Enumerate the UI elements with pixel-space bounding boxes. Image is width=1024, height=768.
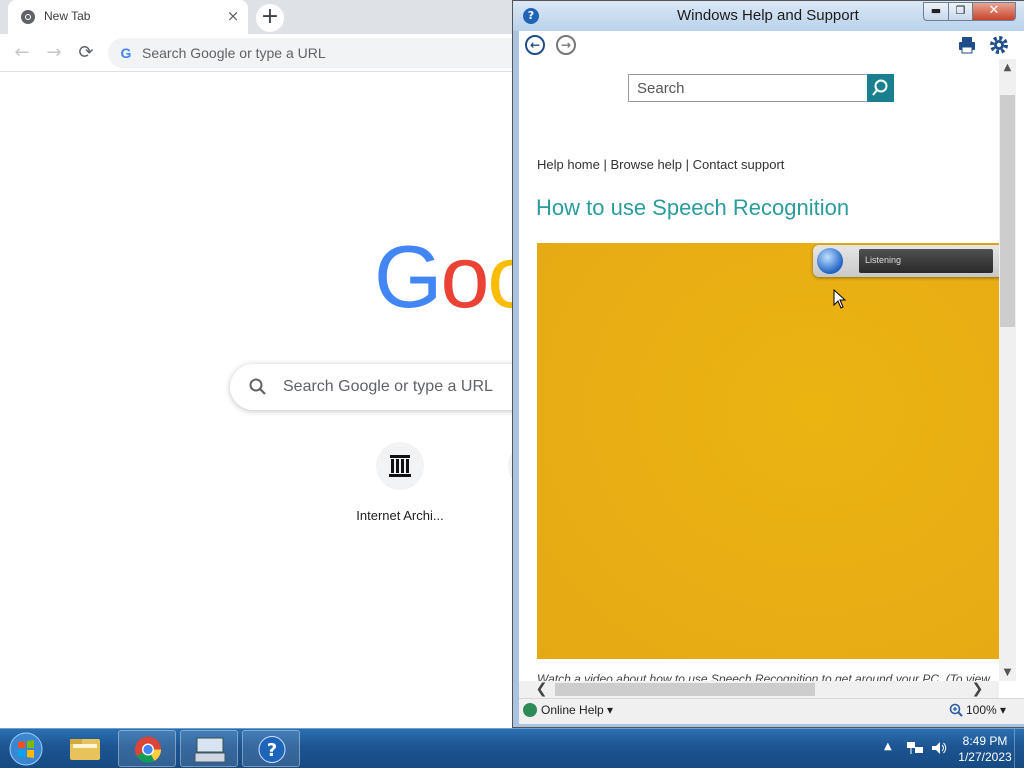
tab-title: New Tab: [44, 9, 91, 23]
new-tab-button[interactable]: +: [256, 4, 284, 32]
reload-icon[interactable]: ⟳: [73, 40, 99, 66]
help-content-pane: Search Help home | Browse help | Contact…: [519, 59, 999, 681]
window-title: Windows Help and Support: [677, 7, 859, 24]
maximize-button[interactable]: ❐: [948, 2, 973, 21]
show-hidden-icons-arrow[interactable]: ▲: [884, 741, 892, 752]
scroll-up-arrow-icon[interactable]: ▲: [999, 59, 1016, 76]
volume-icon[interactable]: [930, 740, 948, 756]
windows-start-button[interactable]: [4, 730, 48, 768]
tab-close-icon[interactable]: ×: [224, 7, 242, 25]
vertical-scroll-thumb[interactable]: [1000, 95, 1015, 327]
link-separator: |: [682, 157, 693, 172]
logo-letter: G: [374, 227, 442, 326]
shortcut-tile-internet-archive[interactable]: Internet Archi...: [344, 442, 456, 532]
help-and-support-window: ? Windows Help and Support ▬ ❐ ✕ ← → Sea…: [512, 0, 1024, 728]
horizontal-scrollbar[interactable]: ❮ ❯: [519, 681, 999, 698]
online-help-menu[interactable]: Online Help ▾: [523, 703, 613, 721]
address-bar-placeholder: Search Google or type a URL: [142, 45, 326, 61]
speech-status-text: Listening: [865, 255, 902, 265]
chrome-favicon-icon: [21, 10, 35, 24]
print-icon[interactable]: [958, 36, 976, 54]
chrome-icon: [135, 736, 162, 763]
gear-icon[interactable]: [989, 35, 1009, 55]
help-window-icon: ?: [523, 8, 539, 24]
help-icon: ?: [258, 736, 286, 763]
online-help-icon: [523, 703, 537, 717]
caption-text: Watch a video about how to use Speech Re…: [537, 672, 990, 681]
help-home-link[interactable]: Help home: [537, 157, 600, 172]
svg-text:?: ?: [267, 740, 277, 761]
browse-help-link[interactable]: Browse help: [610, 157, 682, 172]
zoom-control[interactable]: 100% ▾: [949, 703, 1006, 717]
clock-date: 1/27/2023: [958, 750, 1012, 764]
forward-arrow-icon[interactable]: →: [41, 40, 67, 66]
chrome-tab-new-tab[interactable]: New Tab ×: [8, 0, 248, 34]
mouse-cursor-icon: [833, 289, 847, 309]
taskbar-google-chrome[interactable]: [118, 730, 176, 767]
shortcut-label: Internet Archi...: [356, 508, 444, 523]
help-status-bar: Online Help ▾ 100% ▾: [519, 698, 1024, 724]
help-search-input[interactable]: Search: [628, 74, 868, 102]
help-body: ← → Search Help home | Browse help | Con…: [519, 31, 1024, 724]
vertical-scrollbar[interactable]: ▲ ▼: [999, 59, 1016, 681]
taskbar-windows-explorer[interactable]: [56, 730, 114, 767]
help-toolbar: ← →: [519, 31, 1024, 59]
contact-support-link[interactable]: Contact support: [693, 157, 785, 172]
taskbar-on-screen-keyboard[interactable]: [180, 730, 238, 767]
help-search-button[interactable]: [867, 74, 894, 102]
page-title: How to use Speech Recognition: [536, 195, 850, 220]
help-title-bar[interactable]: ? Windows Help and Support ▬ ❐ ✕: [513, 1, 1024, 31]
address-bar[interactable]: G Search Google or type a URL: [108, 38, 528, 68]
zoom-icon: [949, 703, 963, 717]
windows-taskbar: ? ▲ 8:49 PM 1/27/2023: [0, 728, 1024, 768]
network-icon[interactable]: [906, 740, 924, 756]
speech-recognition-video[interactable]: Listening: [537, 243, 999, 659]
clock-time: 8:49 PM: [962, 734, 1008, 748]
help-search-placeholder: Search: [637, 80, 685, 97]
folder-icon: [70, 739, 100, 760]
google-logo: Goo: [374, 226, 536, 328]
horizontal-scroll-thumb[interactable]: [555, 683, 815, 696]
microphone-icon: [817, 248, 843, 274]
google-g-icon: G: [120, 45, 132, 61]
scroll-down-arrow-icon[interactable]: ▼: [999, 664, 1016, 681]
logo-letter: o: [440, 227, 489, 326]
search-icon: [249, 378, 266, 395]
system-clock[interactable]: 8:49 PM 1/27/2023: [952, 733, 1018, 765]
scroll-right-arrow-icon[interactable]: ❯: [969, 681, 986, 698]
help-forward-button[interactable]: →: [556, 35, 576, 55]
minimize-button[interactable]: ▬: [923, 2, 949, 21]
online-help-label: Online Help ▾: [541, 703, 614, 717]
link-separator: |: [599, 157, 611, 172]
help-breadcrumb-links: Help home | Browse help | Contact suppor…: [537, 157, 784, 172]
ntp-search-placeholder: Search Google or type a URL: [283, 378, 493, 395]
zoom-level: 100% ▾: [966, 703, 1007, 717]
speech-recognition-bar: Listening: [813, 245, 999, 277]
keyboard-icon: [194, 737, 226, 763]
back-arrow-icon[interactable]: ←: [9, 40, 35, 66]
show-desktop-button[interactable]: [1014, 729, 1024, 768]
archive-icon: [376, 442, 424, 490]
scroll-left-arrow-icon[interactable]: ❮: [533, 681, 550, 698]
search-icon: [872, 79, 888, 96]
taskbar-windows-help[interactable]: ?: [242, 730, 300, 767]
close-button[interactable]: ✕: [972, 2, 1016, 21]
help-back-button[interactable]: ←: [525, 35, 545, 55]
video-caption: Watch a video about how to use Speech Re…: [537, 669, 999, 681]
